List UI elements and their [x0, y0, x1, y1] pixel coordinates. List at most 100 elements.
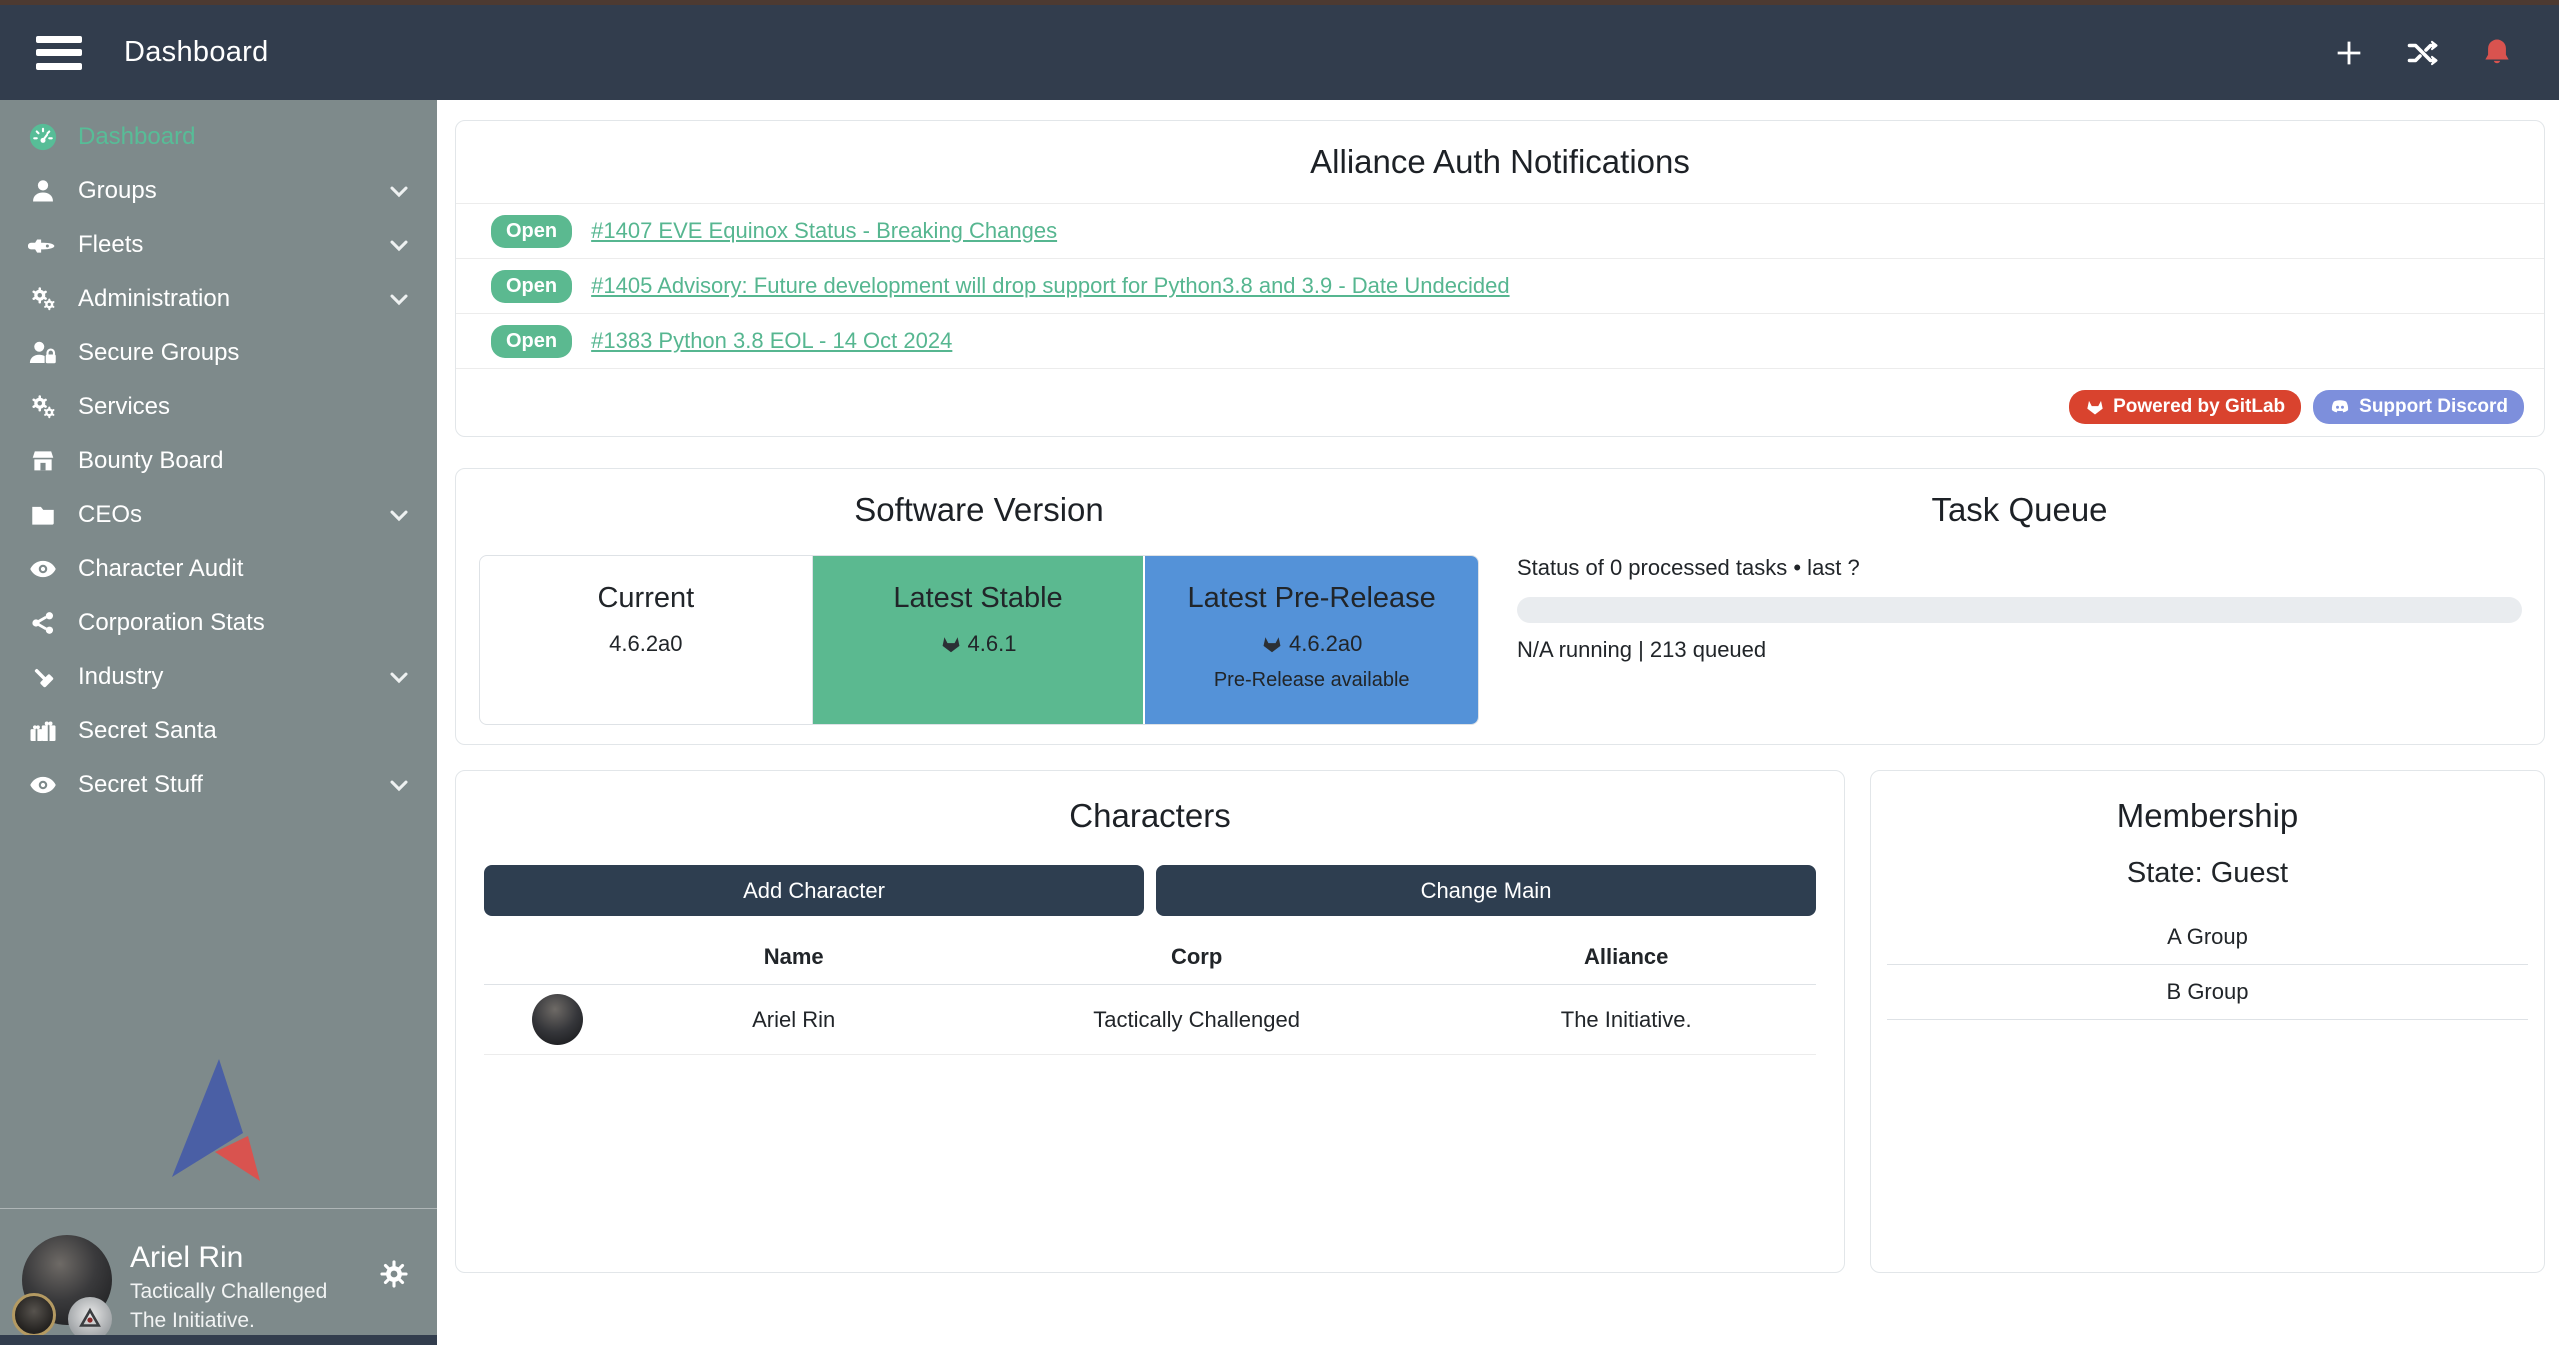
- sidebar-item-label: Secret Santa: [78, 717, 217, 745]
- sidebar-item-dashboard[interactable]: Dashboard: [0, 110, 437, 164]
- sidebar-item-groups[interactable]: Groups: [0, 164, 437, 218]
- sidebar-item-ceos[interactable]: CEOs: [0, 488, 437, 542]
- notifications-panel: Alliance Auth Notifications Open #1407 E…: [455, 120, 2545, 437]
- navbar-actions: [2331, 35, 2529, 71]
- alliance-auth-logo: [0, 1055, 437, 1185]
- sidebar-item-industry[interactable]: Industry: [0, 650, 437, 704]
- gears-icon: [28, 284, 58, 314]
- sidebar-item-fleets[interactable]: Fleets: [0, 218, 437, 272]
- gifts-icon: [28, 716, 58, 746]
- character-alliance-cell: The Initiative.: [1436, 985, 1816, 1055]
- chevron-down-icon: [385, 231, 413, 259]
- sidebar-item-label: CEOs: [78, 501, 142, 529]
- software-version-title: Software Version: [479, 491, 1479, 529]
- sidebar-item-services[interactable]: Services: [0, 380, 437, 434]
- sidebar-item-character-audit[interactable]: Character Audit: [0, 542, 437, 596]
- column-header-corp: Corp: [957, 922, 1437, 985]
- sidebar-item-administration[interactable]: Administration: [0, 272, 437, 326]
- user-icon: [28, 176, 58, 206]
- portrait-column-header: [484, 922, 631, 985]
- version-cell-heading: Latest Pre-Release: [1145, 582, 1478, 615]
- membership-title: Membership: [1871, 797, 2544, 835]
- version-cell-current: Current 4.6.2a0: [480, 556, 813, 724]
- notification-row: Open #1405 Advisory: Future development …: [456, 259, 2544, 314]
- version-number: 4.6.2a0: [1289, 631, 1362, 657]
- membership-panel: Membership State: Guest A Group B Group: [1870, 770, 2545, 1273]
- sidebar-item-secret-santa[interactable]: Secret Santa: [0, 704, 437, 758]
- sidebar-toggle-menu-icon[interactable]: [36, 36, 82, 70]
- notification-link[interactable]: #1407 EVE Equinox Status - Breaking Chan…: [591, 218, 1057, 244]
- task-queue-progress-bar: [1517, 597, 2522, 623]
- sidebar-item-secure-groups[interactable]: Secure Groups: [0, 326, 437, 380]
- software-version-table: Current 4.6.2a0 Latest Stable 4.6.1 Late…: [479, 555, 1479, 725]
- sidebar-item-corporation-stats[interactable]: Corporation Stats: [0, 596, 437, 650]
- user-name: Ariel Rin: [130, 1239, 327, 1277]
- eye-icon: [28, 770, 58, 800]
- notification-link[interactable]: #1383 Python 3.8 EOL - 14 Oct 2024: [591, 328, 952, 354]
- status-badge: Open: [491, 215, 572, 248]
- sidebar-item-label: Bounty Board: [78, 447, 223, 475]
- status-badge: Open: [491, 270, 572, 303]
- notifications-title: Alliance Auth Notifications: [456, 143, 2544, 181]
- notification-row: Open #1407 EVE Equinox Status - Breaking…: [456, 204, 2544, 259]
- sidebar-item-label: Dashboard: [78, 123, 195, 151]
- character-portrait: [532, 994, 583, 1045]
- sidebar-item-label: Fleets: [78, 231, 143, 259]
- group-list-item: A Group: [1887, 910, 2528, 965]
- sidebar: Dashboard Groups Fleets: [0, 100, 437, 1345]
- user-corporation: Tactically Challenged: [130, 1277, 327, 1306]
- add-character-button[interactable]: Add Character: [484, 865, 1144, 916]
- notifications-footer: Powered by GitLab Support Discord: [2069, 390, 2524, 424]
- column-header-name: Name: [631, 922, 957, 985]
- prerelease-note: Pre-Release available: [1145, 669, 1478, 692]
- page-title: Dashboard: [124, 36, 269, 69]
- change-main-button[interactable]: Change Main: [1156, 865, 1816, 916]
- sidebar-item-secret-stuff[interactable]: Secret Stuff: [0, 758, 437, 812]
- character-name-cell: Ariel Rin: [631, 985, 957, 1055]
- add-character-plus-icon[interactable]: [2331, 35, 2367, 71]
- version-number: 4.6.2a0: [609, 631, 682, 657]
- gitlab-icon: [1261, 633, 1283, 655]
- version-number: 4.6.1: [968, 631, 1017, 657]
- notifications-bell-icon[interactable]: [2479, 35, 2515, 71]
- store-icon: [28, 446, 58, 476]
- discord-icon: [2329, 396, 2351, 418]
- support-discord-badge[interactable]: Support Discord: [2313, 390, 2524, 424]
- sidebar-item-label: Groups: [78, 177, 157, 205]
- shuttle-icon: [28, 230, 58, 260]
- characters-table: Name Corp Alliance Ariel Rin Tactically …: [484, 922, 1816, 1055]
- gitlab-icon: [2085, 397, 2105, 417]
- task-queue-status: Status of 0 processed tasks • last ?: [1517, 555, 2522, 581]
- characters-title: Characters: [484, 797, 1816, 835]
- user-settings-gear-icon[interactable]: [377, 1257, 411, 1291]
- column-header-alliance: Alliance: [1436, 922, 1816, 985]
- version-cell-heading: Current: [480, 582, 812, 615]
- task-queue-counts: N/A running | 213 queued: [1517, 637, 2522, 663]
- change-main-shuffle-icon[interactable]: [2405, 35, 2441, 71]
- sidebar-item-bounty-board[interactable]: Bounty Board: [0, 434, 437, 488]
- share-nodes-icon: [28, 608, 58, 638]
- sidebar-bottom-strip: [0, 1335, 437, 1345]
- corp-logo-badge: [12, 1293, 56, 1337]
- user-lock-icon: [28, 338, 58, 368]
- sidebar-item-label: Services: [78, 393, 170, 421]
- task-queue-section: Task Queue Status of 0 processed tasks •…: [1501, 469, 2544, 744]
- chevron-down-icon: [385, 771, 413, 799]
- powered-by-gitlab-badge[interactable]: Powered by GitLab: [2069, 390, 2301, 424]
- software-version-section: Software Version Current 4.6.2a0 Latest …: [456, 469, 1501, 744]
- sidebar-item-label: Character Audit: [78, 555, 243, 583]
- characters-panel: Characters Add Character Change Main Nam…: [455, 770, 1845, 1273]
- chevron-down-icon: [385, 177, 413, 205]
- version-cell-latest-prerelease: Latest Pre-Release 4.6.2a0 Pre-Release a…: [1145, 556, 1478, 724]
- notification-link[interactable]: #1405 Advisory: Future development will …: [591, 273, 1509, 299]
- version-taskqueue-panel: Software Version Current 4.6.2a0 Latest …: [455, 468, 2545, 745]
- chevron-down-icon: [385, 501, 413, 529]
- gitlab-icon: [940, 633, 962, 655]
- badge-label: Powered by GitLab: [2113, 396, 2285, 418]
- version-cell-heading: Latest Stable: [813, 582, 1144, 615]
- character-corp-cell: Tactically Challenged: [957, 985, 1437, 1055]
- sidebar-item-label: Corporation Stats: [78, 609, 265, 637]
- sidebar-item-label: Industry: [78, 663, 163, 691]
- user-info: Ariel Rin Tactically Challenged The Init…: [130, 1239, 327, 1335]
- user-panel[interactable]: Ariel Rin Tactically Challenged The Init…: [0, 1208, 437, 1335]
